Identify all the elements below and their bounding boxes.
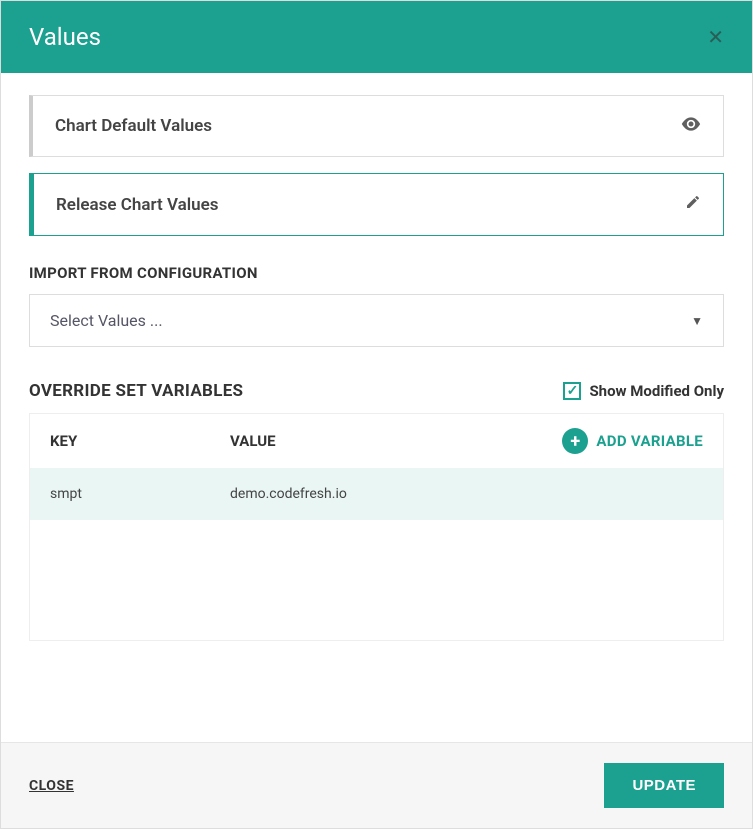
add-variable-button[interactable]: + ADD VARIABLE <box>562 428 703 454</box>
panel-chart-default-values[interactable]: Chart Default Values <box>29 95 724 157</box>
close-button[interactable]: CLOSE <box>29 778 74 794</box>
variables-table-header: KEY VALUE + ADD VARIABLE <box>30 414 723 468</box>
select-values-dropdown[interactable]: Select Values ... ▼ <box>29 294 724 347</box>
plus-icon: + <box>562 428 588 454</box>
close-icon[interactable]: ✕ <box>707 25 724 50</box>
panel-release-chart-values[interactable]: Release Chart Values <box>29 173 724 236</box>
table-empty-space <box>30 520 723 640</box>
dialog-header: Values ✕ <box>1 1 752 73</box>
key-column-header: KEY <box>50 432 230 450</box>
dialog-title: Values <box>29 23 101 51</box>
variable-value: demo.codefresh.io <box>230 486 703 502</box>
table-row[interactable]: smpt demo.codefresh.io <box>30 468 723 520</box>
import-label: IMPORT FROM CONFIGURATION <box>29 264 724 282</box>
checkbox-icon: ✓ <box>563 382 581 400</box>
value-column-header: VALUE <box>230 432 562 450</box>
override-title: OVERRIDE SET VARIABLES <box>29 381 243 401</box>
variable-key: smpt <box>50 486 230 502</box>
panel-label: Release Chart Values <box>56 195 219 215</box>
variables-table: KEY VALUE + ADD VARIABLE smpt demo.codef… <box>29 413 724 641</box>
add-variable-label: ADD VARIABLE <box>596 432 703 450</box>
override-header-row: OVERRIDE SET VARIABLES ✓ Show Modified O… <box>29 381 724 401</box>
panel-label: Chart Default Values <box>55 116 212 136</box>
dialog-footer: CLOSE UPDATE <box>1 742 752 828</box>
eye-icon <box>681 116 701 136</box>
chevron-down-icon: ▼ <box>691 314 703 328</box>
checkbox-label: Show Modified Only <box>589 382 724 400</box>
update-button[interactable]: UPDATE <box>604 763 724 808</box>
dialog-content: Chart Default Values Release Chart Value… <box>1 73 752 663</box>
select-placeholder: Select Values ... <box>50 311 163 330</box>
pencil-icon <box>685 194 701 215</box>
show-modified-checkbox[interactable]: ✓ Show Modified Only <box>563 382 724 400</box>
